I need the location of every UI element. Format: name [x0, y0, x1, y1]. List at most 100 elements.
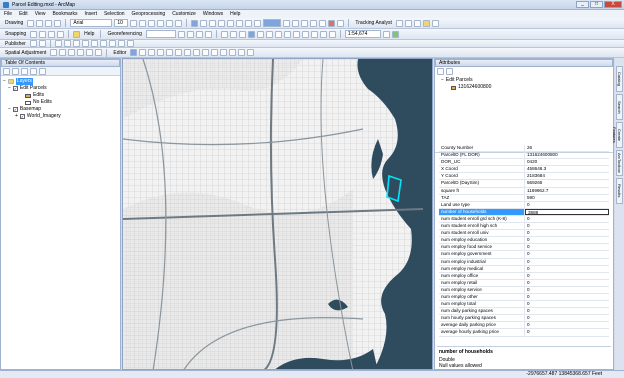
- attribute-row[interactable]: num employ retail 0: [439, 279, 609, 287]
- identity-link-icon[interactable]: [77, 49, 85, 56]
- basemap-checkbox[interactable]: ✓: [12, 107, 18, 112]
- attribute-field-value[interactable]: 0: [525, 322, 609, 328]
- attribute-field-value[interactable]: 0: [525, 223, 609, 229]
- edit-parcels-checkbox[interactable]: ✓: [12, 86, 18, 91]
- zoom-in-icon[interactable]: [220, 30, 228, 38]
- font-name-select[interactable]: Arial: [70, 19, 113, 27]
- new-map-icon[interactable]: [191, 19, 199, 27]
- attribute-field-value[interactable]: 3888: [525, 208, 609, 215]
- attribute-field-value[interactable]: 0: [525, 301, 609, 307]
- scale-dropdown-icon[interactable]: [382, 30, 390, 38]
- line-color-icon[interactable]: [175, 19, 183, 27]
- attribute-row[interactable]: num employ industrial 0: [439, 258, 609, 266]
- attribute-row[interactable]: DOR_UC 0420: [439, 159, 609, 167]
- catalog-icon[interactable]: [310, 19, 318, 27]
- save-icon[interactable]: [209, 19, 217, 27]
- tree-layer-label[interactable]: Edit Parcels: [446, 77, 473, 84]
- collapse-icon[interactable]: −: [8, 106, 11, 113]
- list-by-drawing-order-icon[interactable]: [3, 68, 10, 75]
- side-tab-catalog[interactable]: Catalog: [616, 66, 623, 92]
- link-table-icon[interactable]: [204, 30, 212, 38]
- list-by-selection-icon[interactable]: [30, 68, 37, 75]
- menu-bookmarks[interactable]: Bookmarks: [52, 11, 77, 17]
- toc-layers[interactable]: − Layers: [3, 78, 118, 85]
- attribute-field-value[interactable]: 0: [525, 230, 609, 236]
- menu-windows[interactable]: Windows: [203, 11, 223, 17]
- attribute-row[interactable]: average daily parking price 0: [439, 322, 609, 330]
- underline-icon[interactable]: [148, 19, 156, 27]
- menu-insert[interactable]: Insert: [84, 11, 97, 17]
- menu-selection[interactable]: Selection: [104, 11, 125, 17]
- collapse-icon[interactable]: −: [3, 78, 6, 85]
- attribute-field-value[interactable]: 0: [525, 287, 609, 293]
- collapse-icon[interactable]: −: [441, 77, 444, 84]
- attribute-row[interactable]: ParcelID (FL DOR) 131624600800: [439, 152, 609, 160]
- measure-icon[interactable]: [422, 19, 430, 27]
- create-features-icon[interactable]: [247, 49, 255, 56]
- attribute-field-value[interactable]: 1169962.7: [525, 188, 609, 194]
- attribute-row[interactable]: num employ education 0: [439, 237, 609, 245]
- edge-snap-icon[interactable]: [57, 30, 65, 38]
- map-canvas[interactable]: [123, 59, 433, 370]
- attribute-row[interactable]: TAZ 590: [439, 194, 609, 202]
- copy-icon[interactable]: [236, 19, 244, 27]
- attribute-field-value[interactable]: 0: [525, 294, 609, 300]
- side-tab-search[interactable]: Search: [616, 94, 623, 120]
- end-point-arc-icon[interactable]: [157, 49, 165, 56]
- layer-select[interactable]: [263, 19, 282, 27]
- tree-feature-row[interactable]: 131624600800: [437, 84, 611, 91]
- attribute-field-value[interactable]: 2183684: [525, 173, 609, 179]
- menu-edit[interactable]: Edit: [19, 11, 28, 17]
- edit-vertices-2-icon[interactable]: [184, 49, 192, 56]
- search-icon[interactable]: [319, 19, 327, 27]
- sketch-properties-icon[interactable]: [126, 40, 134, 47]
- toc-edit-parcels[interactable]: − ✓ Edit Parcels: [3, 85, 118, 92]
- attribute-field-value[interactable]: 569265: [525, 180, 609, 186]
- attribute-field-value[interactable]: 458646.3: [525, 166, 609, 172]
- attribute-table-icon[interactable]: [229, 49, 237, 56]
- map-view[interactable]: [122, 58, 433, 370]
- help-menu[interactable]: Help: [82, 31, 96, 37]
- attribute-field-value[interactable]: 131624600800: [525, 152, 609, 158]
- back-extent-icon[interactable]: [274, 30, 282, 38]
- menu-customize[interactable]: Customize: [172, 11, 196, 17]
- identify-icon[interactable]: [319, 30, 327, 38]
- whats-this-icon[interactable]: [73, 30, 81, 38]
- publisher-export-icon[interactable]: [29, 40, 37, 47]
- fixed-zoom-in-icon[interactable]: [256, 30, 264, 38]
- straight-segment-icon[interactable]: [148, 49, 156, 56]
- add-data-icon[interactable]: [283, 19, 291, 27]
- edit-parcels-label[interactable]: Edit Parcels: [20, 85, 47, 92]
- attributes-icon[interactable]: [117, 40, 125, 47]
- attribute-field-value[interactable]: 0: [525, 244, 609, 250]
- world-imagery-label[interactable]: World_Imagery: [27, 113, 61, 120]
- editor-toolbar-icon[interactable]: [292, 19, 300, 27]
- vertex-snap-icon[interactable]: [48, 30, 56, 38]
- cut-polygons-icon[interactable]: [202, 49, 210, 56]
- attribute-row[interactable]: num employ other 0: [439, 293, 609, 302]
- tracking-tool-icon[interactable]: [395, 19, 403, 27]
- snapping-menu[interactable]: Snapping: [3, 31, 28, 37]
- basemap-label[interactable]: Basemap: [20, 106, 41, 113]
- point-snap-icon[interactable]: [30, 30, 38, 38]
- end-snap-icon[interactable]: [39, 30, 47, 38]
- delete-icon[interactable]: [254, 19, 262, 27]
- attribute-field-value[interactable]: 0: [525, 280, 609, 286]
- full-extent-icon[interactable]: [247, 30, 255, 38]
- cut-polygon-icon[interactable]: [99, 40, 107, 47]
- map-scale-select[interactable]: 1:54,674: [344, 30, 381, 38]
- attribute-field-value[interactable]: 0: [525, 216, 609, 222]
- publisher-open-icon[interactable]: [38, 40, 46, 47]
- italic-icon[interactable]: [139, 19, 147, 27]
- print-icon[interactable]: [218, 19, 226, 27]
- toc-options-icon[interactable]: [39, 68, 46, 75]
- multi-link-icon[interactable]: [68, 49, 76, 56]
- attribute-field-value[interactable]: 0: [525, 329, 609, 335]
- split-icon[interactable]: [108, 40, 116, 47]
- modify-link-icon[interactable]: [59, 49, 67, 56]
- attribute-row[interactable]: square ft 1169962.7: [439, 187, 609, 195]
- forward-extent-icon[interactable]: [283, 30, 291, 38]
- attribute-row[interactable]: Y Coord 2183684: [439, 173, 609, 181]
- attribute-row[interactable]: number of households 3888: [439, 208, 609, 216]
- tree-feature-label[interactable]: 131624600800: [458, 84, 491, 91]
